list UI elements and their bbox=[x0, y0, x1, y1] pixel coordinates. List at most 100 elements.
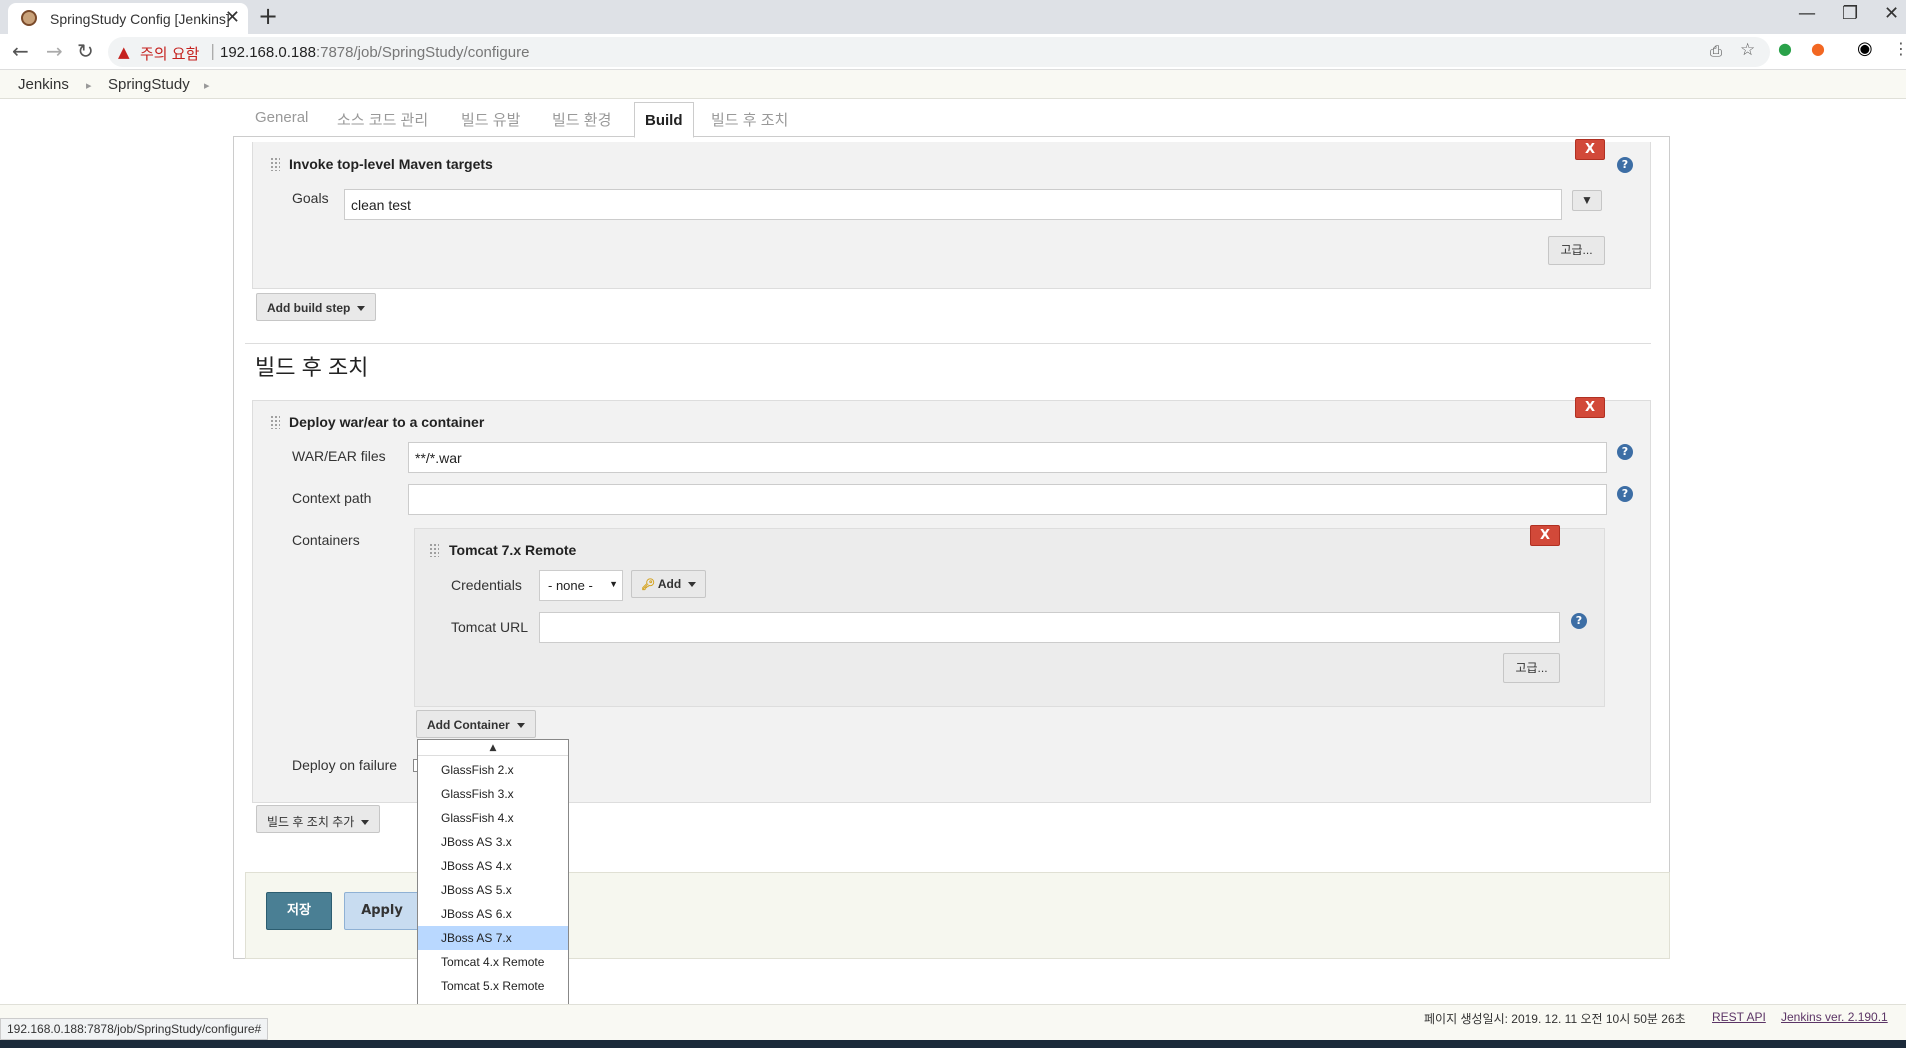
help-icon[interactable]: ? bbox=[1617, 444, 1633, 460]
dropdown-option[interactable]: GlassFish 3.x bbox=[418, 782, 568, 806]
help-icon[interactable]: ? bbox=[1617, 157, 1633, 173]
breadcrumb-jenkins[interactable]: Jenkins bbox=[18, 76, 69, 93]
context-path-input[interactable] bbox=[408, 484, 1607, 515]
dropdown-option[interactable]: JBoss AS 7.x bbox=[418, 926, 568, 950]
dropdown-option[interactable]: GlassFish 2.x bbox=[418, 758, 568, 782]
dropdown-option[interactable]: Tomcat 4.x Remote bbox=[418, 950, 568, 974]
profile-avatar-icon[interactable]: ◉ bbox=[1857, 38, 1873, 59]
scroll-up-icon[interactable]: ▲ bbox=[418, 740, 568, 756]
deploy-on-failure-label: Deploy on failure bbox=[292, 757, 398, 773]
select-arrow-icon: ▼ bbox=[609, 579, 618, 589]
add-credentials-label: Add bbox=[657, 577, 682, 591]
apply-button[interactable]: Apply bbox=[344, 892, 420, 930]
chevron-down-icon bbox=[361, 820, 370, 826]
chevron-down-icon bbox=[688, 582, 697, 588]
add-post-build-action-button[interactable]: 빌드 후 조치 추가 bbox=[256, 805, 381, 833]
tomcat-url-input[interactable] bbox=[539, 612, 1560, 643]
save-button[interactable]: 저장 bbox=[266, 892, 332, 930]
tab-post-build[interactable]: 빌드 후 조치 bbox=[711, 109, 788, 130]
security-warning[interactable]: 주의 요함 bbox=[140, 43, 199, 64]
new-tab-button[interactable]: + bbox=[258, 2, 278, 30]
maven-step-title: Invoke top-level Maven targets bbox=[289, 156, 493, 172]
key-icon: 🔑︎ bbox=[641, 579, 655, 591]
jenkins-version-link[interactable]: Jenkins ver. 2.190.1 bbox=[1781, 1010, 1888, 1024]
tab-build-environment[interactable]: 빌드 환경 bbox=[552, 109, 611, 130]
breadcrumb-arrow-icon[interactable]: ▸ bbox=[204, 79, 210, 92]
omnibox[interactable]: ▲ 주의 요함 | 192.168.0.188:7878/job/SpringS… bbox=[108, 37, 1770, 67]
credentials-label: Credentials bbox=[451, 577, 522, 593]
dropdown-option[interactable]: JBoss AS 3.x bbox=[418, 830, 568, 854]
delete-container-button[interactable]: X bbox=[1530, 525, 1560, 546]
post-build-section-title: 빌드 후 조치 bbox=[255, 355, 369, 380]
add-credentials-button[interactable]: 🔑︎ Add bbox=[631, 570, 707, 598]
url-text[interactable]: 192.168.0.188:7878/job/SpringStudy/confi… bbox=[220, 44, 529, 61]
dropdown-option[interactable]: GlassFish 4.x bbox=[418, 806, 568, 830]
url-host: 192.168.0.188 bbox=[220, 44, 316, 61]
add-post-build-label: 빌드 후 조치 추가 bbox=[267, 815, 355, 829]
maven-advanced-button[interactable]: 고급... bbox=[1548, 236, 1605, 265]
breadcrumb-springstudy[interactable]: SpringStudy bbox=[108, 76, 190, 93]
browser-tab-strip: SpringStudy Config [Jenkins] ✕ + — ❐ ✕ bbox=[0, 0, 1906, 34]
close-tab-icon[interactable]: ✕ bbox=[225, 7, 240, 28]
restore-icon[interactable]: ❐ bbox=[1842, 3, 1858, 24]
forward-icon[interactable]: → bbox=[46, 39, 63, 63]
jenkins-favicon-icon bbox=[21, 10, 37, 26]
os-taskbar bbox=[0, 1040, 1906, 1048]
tab-scm[interactable]: 소스 코드 관리 bbox=[337, 109, 428, 130]
dropdown-option[interactable]: JBoss AS 6.x bbox=[418, 902, 568, 926]
dropdown-option[interactable]: JBoss AS 5.x bbox=[418, 878, 568, 902]
evernote-extension-icon[interactable]: ● bbox=[1778, 39, 1792, 58]
reload-icon[interactable]: ↻ bbox=[77, 39, 94, 63]
credentials-select[interactable]: - none - ▼ bbox=[539, 570, 623, 601]
goals-dropdown-icon[interactable]: ▼ bbox=[1572, 190, 1602, 211]
chrome-menu-icon[interactable]: ⋮ bbox=[1893, 39, 1906, 58]
container-title: Tomcat 7.x Remote bbox=[449, 542, 577, 558]
war-files-input[interactable]: **/*.war bbox=[408, 442, 1607, 473]
minimize-icon[interactable]: — bbox=[1798, 3, 1816, 24]
status-bar-url: 192.168.0.188:7878/job/SpringStudy/confi… bbox=[0, 1018, 269, 1040]
tab-build[interactable]: Build bbox=[634, 102, 694, 138]
drag-handle-icon[interactable] bbox=[270, 415, 280, 429]
delete-maven-step-button[interactable]: X bbox=[1575, 139, 1605, 160]
url-path: :7878/job/SpringStudy/configure bbox=[315, 44, 530, 61]
chevron-down-icon bbox=[357, 306, 366, 312]
drag-handle-icon[interactable] bbox=[429, 543, 439, 557]
tomcat-url-label: Tomcat URL bbox=[451, 619, 529, 635]
container-type-dropdown[interactable]: ▲ GlassFish 2.x GlassFish 3.x GlassFish … bbox=[417, 739, 569, 1031]
drag-handle-icon[interactable] bbox=[270, 157, 280, 171]
close-window-icon[interactable]: ✕ bbox=[1884, 3, 1899, 24]
back-icon[interactable]: ← bbox=[12, 39, 29, 63]
context-path-label: Context path bbox=[292, 490, 372, 506]
help-icon[interactable]: ? bbox=[1617, 486, 1633, 502]
translate-icon[interactable]: ⎙ bbox=[1710, 42, 1722, 60]
breadcrumb-arrow-icon[interactable]: ▸ bbox=[86, 79, 92, 92]
chevron-down-icon bbox=[516, 723, 525, 729]
add-build-step-label: Add build step bbox=[267, 301, 351, 315]
address-bar-row: ← → ↻ ▲ 주의 요함 | 192.168.0.188:7878/job/S… bbox=[0, 34, 1906, 70]
bookmark-star-icon[interactable]: ☆ bbox=[1740, 40, 1755, 60]
dropdown-option[interactable]: JBoss AS 4.x bbox=[418, 854, 568, 878]
browser-tab-title: SpringStudy Config [Jenkins] bbox=[50, 11, 230, 27]
extension-icon[interactable]: ● bbox=[1811, 39, 1825, 58]
tab-general[interactable]: General bbox=[255, 109, 308, 126]
container-advanced-button[interactable]: 고급... bbox=[1503, 653, 1560, 683]
warning-icon[interactable]: ▲ bbox=[118, 43, 130, 61]
containers-label: Containers bbox=[292, 532, 360, 548]
war-files-label: WAR/EAR files bbox=[292, 448, 386, 464]
browser-tab[interactable]: SpringStudy Config [Jenkins] ✕ bbox=[8, 3, 248, 34]
add-container-label: Add Container bbox=[427, 718, 510, 732]
config-tab-bar: General 소스 코드 관리 빌드 유발 빌드 환경 Build 빌드 후 … bbox=[233, 99, 1670, 138]
deploy-step-title: Deploy war/ear to a container bbox=[289, 414, 485, 430]
goals-label: Goals bbox=[292, 190, 329, 206]
rest-api-link[interactable]: REST API bbox=[1712, 1010, 1766, 1024]
omnibox-divider: | bbox=[210, 41, 216, 60]
add-build-step-button[interactable]: Add build step bbox=[256, 293, 377, 321]
add-container-button[interactable]: Add Container bbox=[416, 710, 536, 738]
goals-input[interactable]: clean test bbox=[344, 189, 1562, 220]
credentials-value: - none - bbox=[548, 578, 593, 593]
breadcrumb: Jenkins ▸ SpringStudy ▸ bbox=[0, 70, 1906, 99]
help-icon[interactable]: ? bbox=[1571, 613, 1587, 629]
tab-build-triggers[interactable]: 빌드 유발 bbox=[461, 109, 520, 130]
dropdown-option[interactable]: Tomcat 5.x Remote bbox=[418, 974, 568, 998]
delete-deploy-step-button[interactable]: X bbox=[1575, 397, 1605, 418]
